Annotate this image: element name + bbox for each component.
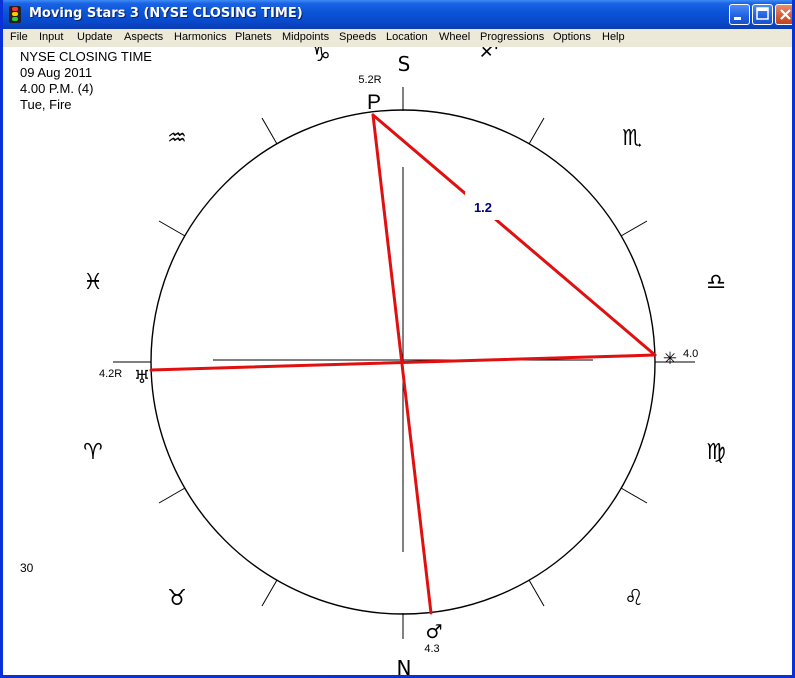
scorpio-icon: ♏ [622,126,642,151]
application-window: Moving Stars 3 (NYSE CLOSING TIME) File … [0,0,795,678]
menu-input[interactable]: Input [39,31,63,43]
pisces-icon: ♓ [83,270,103,295]
leo-icon: ♌ [624,586,644,611]
pluto-value: 5.2R [358,74,381,86]
chart-area: NYSE CLOSING TIME 09 Aug 2011 4.00 P.M. … [3,47,792,678]
aries-icon: ♈ [83,440,103,465]
cusp-tick [158,487,186,504]
cusp-tick [261,117,278,145]
star-icon: ✳ [663,349,677,369]
menu-aspects[interactable]: Aspects [124,31,163,43]
maximize-button[interactable] [752,4,773,25]
menu-location[interactable]: Location [386,31,428,43]
cusp-tick [261,579,278,607]
traffic-light-icon [9,6,21,23]
mars-value: 4.3 [424,643,439,655]
menu-bar: File Input Update Aspects Harmonics Plan… [3,29,792,47]
libra-icon: ♎ [706,270,726,295]
uranus-icon: ♅ [134,367,150,388]
menu-harmonics[interactable]: Harmonics [174,31,227,43]
aspect-orb-label: 1.2 [474,200,492,215]
title-bar[interactable]: Moving Stars 3 (NYSE CLOSING TIME) [3,0,792,29]
close-icon [780,9,791,20]
cusp-tick [620,487,648,504]
menu-speeds[interactable]: Speeds [339,31,376,43]
cusp-tick [528,579,545,607]
aspect-line-pluto-star [371,113,657,357]
maximize-icon [756,7,769,20]
cusp-tick [620,220,648,237]
menu-planets[interactable]: Planets [235,31,272,43]
uranus-value: 4.2R [99,368,122,380]
sagittarius-icon: ♐ [479,47,499,63]
menu-update[interactable]: Update [77,31,112,43]
mars-icon: ♂ [425,621,442,643]
gemini-icon: ♊ [311,672,331,678]
astro-wheel: S N ♑ ♐ ♏ ♎ ♍ ♌ ♋ ♊ ♉ ♈ ♓ ♒ 1.2 5.2R [83,47,726,678]
cusp-tick [158,220,186,237]
cusp-tick [528,117,545,145]
minimize-button[interactable] [729,4,750,25]
window-title: Moving Stars 3 (NYSE CLOSING TIME) [29,6,303,21]
close-button[interactable] [775,4,792,25]
star-value: 4.0 [683,348,698,360]
menu-options[interactable]: Options [553,31,591,43]
taurus-icon: ♉ [167,586,187,611]
menu-progressions[interactable]: Progressions [480,31,544,43]
compass-south: S [398,52,411,76]
minimize-icon [734,17,741,20]
menu-file[interactable]: File [10,31,28,43]
capricorn-icon: ♑ [311,47,331,67]
virgo-icon: ♍ [706,440,726,465]
cancer-icon: ♋ [479,672,499,678]
menu-help[interactable]: Help [602,31,625,43]
aquarius-icon: ♒ [167,126,187,151]
menu-midpoints[interactable]: Midpoints [282,31,329,43]
menu-wheel[interactable]: Wheel [439,31,470,43]
compass-north: N [397,656,412,678]
pluto-icon: P [367,91,381,114]
